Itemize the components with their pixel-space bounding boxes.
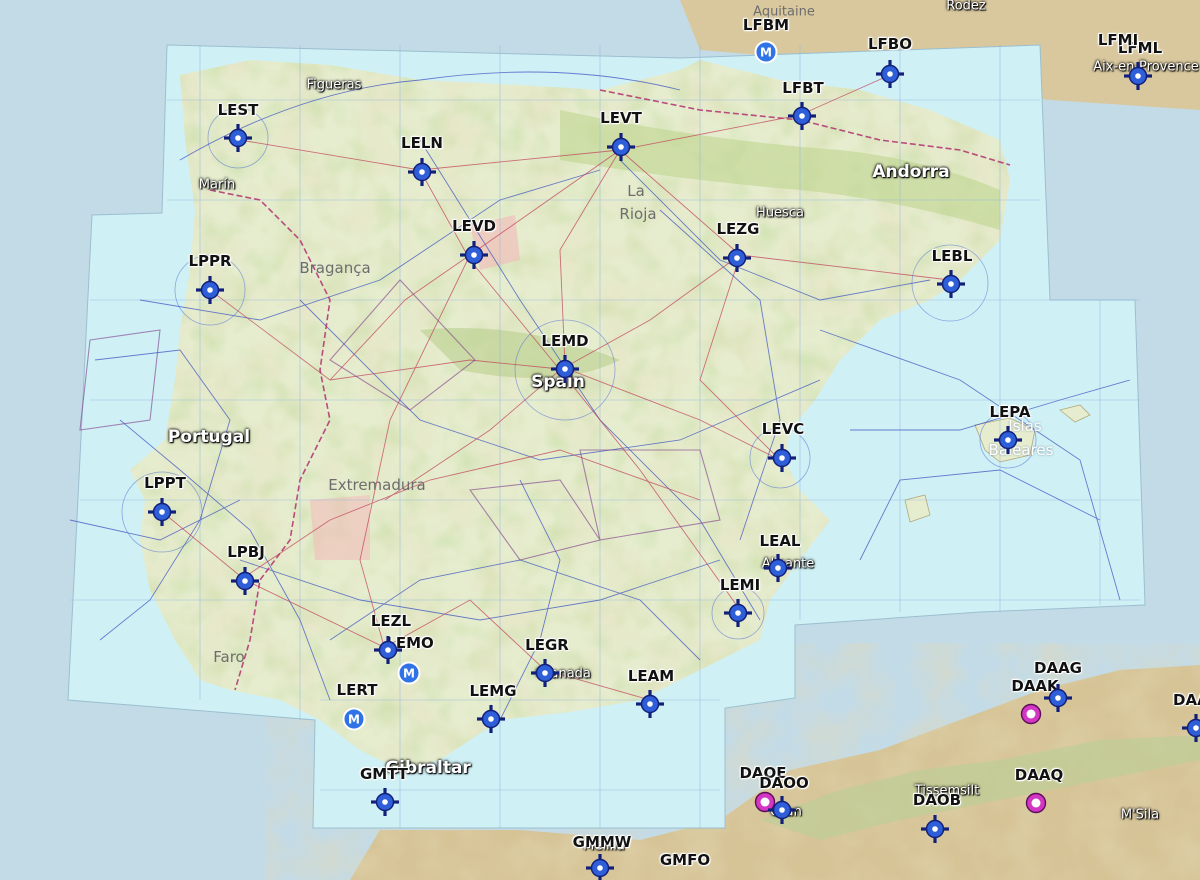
airport-crosshair-icon[interactable] [787, 101, 817, 131]
military-airfield-icon[interactable]: M [394, 658, 424, 688]
airport-crosshair-icon[interactable] [722, 243, 752, 273]
airport-crosshair-icon[interactable] [223, 123, 253, 153]
airport-crosshair-icon[interactable] [407, 157, 437, 187]
airport-crosshair-icon[interactable] [936, 269, 966, 299]
svg-text:M: M [760, 46, 772, 60]
airport-crosshair-icon[interactable] [370, 787, 400, 817]
airport-crosshair-icon[interactable] [147, 497, 177, 527]
airport-crosshair-icon[interactable] [767, 443, 797, 473]
airport-crosshair-icon[interactable] [550, 354, 580, 384]
airport-crosshair-icon[interactable] [230, 566, 260, 596]
heliport-ring-icon[interactable] [1016, 699, 1046, 729]
svg-text:M: M [348, 713, 360, 727]
airport-crosshair-icon[interactable] [920, 814, 950, 844]
airport-crosshair-icon[interactable] [767, 795, 797, 825]
airport-crosshair-icon[interactable] [993, 425, 1023, 455]
airport-crosshair-icon[interactable] [1181, 713, 1200, 743]
airport-crosshair-icon[interactable] [723, 598, 753, 628]
military-airfield-icon[interactable]: M [751, 37, 781, 67]
airport-crosshair-icon[interactable] [585, 853, 615, 880]
airport-crosshair-icon[interactable] [875, 59, 905, 89]
airport-crosshair-icon[interactable] [763, 553, 793, 583]
airport-crosshair-icon[interactable] [606, 132, 636, 162]
airport-crosshair-icon[interactable] [530, 658, 560, 688]
airport-crosshair-icon[interactable] [476, 704, 506, 734]
svg-text:M: M [403, 667, 415, 681]
airport-crosshair-icon[interactable] [1043, 683, 1073, 713]
airport-crosshair-icon[interactable] [195, 275, 225, 305]
airport-crosshair-icon[interactable] [635, 689, 665, 719]
aeronautical-map[interactable]: Aquitaine Rodez Aix-en-Provence Figueras… [0, 0, 1200, 880]
military-airfield-icon[interactable]: M [339, 704, 369, 734]
airport-crosshair-icon[interactable] [1123, 61, 1153, 91]
heliport-ring-icon[interactable] [1021, 788, 1051, 818]
airport-crosshair-icon[interactable] [459, 240, 489, 270]
